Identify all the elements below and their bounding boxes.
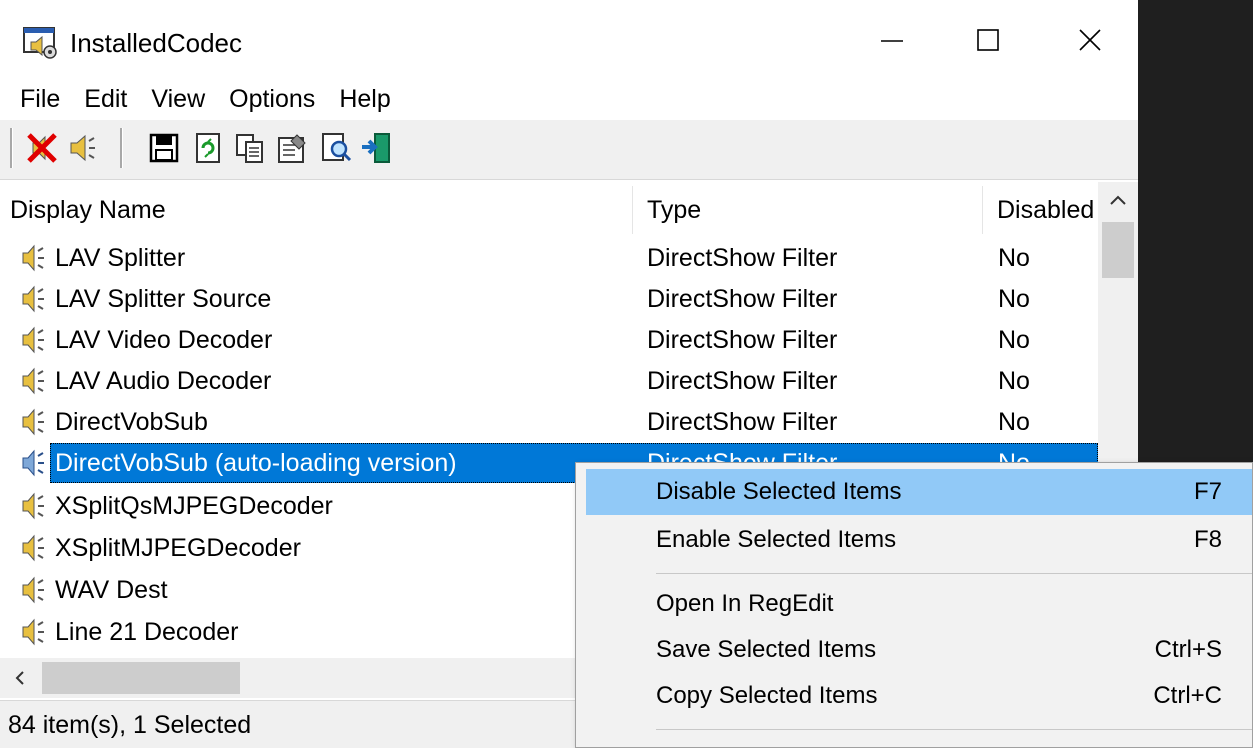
display-name-cell: WAV Dest bbox=[55, 576, 168, 604]
display-name-cell: XSplitMJPEGDecoder bbox=[55, 534, 301, 562]
display-name-cell: DirectVobSub (auto-loading version) bbox=[55, 449, 457, 477]
type-cell: DirectShow Filter bbox=[647, 285, 838, 313]
menu-item-enable-selected[interactable]: Enable Selected Items F8 bbox=[586, 517, 1252, 563]
disabled-cell: No bbox=[998, 326, 1030, 354]
list-item[interactable]: LAV Video Decoder DirectShow Filter No bbox=[0, 320, 1098, 360]
menu-item-copy-selected[interactable]: Copy Selected Items Ctrl+C bbox=[586, 673, 1252, 719]
context-menu: Disable Selected Items F7 Enable Selecte… bbox=[575, 462, 1253, 748]
toolbar bbox=[0, 120, 1138, 180]
speaker-icon bbox=[14, 325, 52, 355]
menu-edit[interactable]: Edit bbox=[72, 78, 139, 120]
speaker-icon bbox=[14, 617, 52, 647]
vertical-scroll-thumb[interactable] bbox=[1102, 222, 1134, 278]
menu-separator bbox=[656, 573, 1252, 574]
list-item[interactable]: LAV Audio Decoder DirectShow Filter No bbox=[0, 361, 1098, 401]
toolbar-separator bbox=[10, 128, 13, 168]
maximize-button[interactable] bbox=[938, 10, 1038, 70]
type-cell: DirectShow Filter bbox=[647, 326, 838, 354]
menu-item-open-in-regedit[interactable]: Open In RegEdit bbox=[586, 581, 1252, 627]
menu-item-shortcut: F8 bbox=[1193, 526, 1222, 553]
speaker-icon bbox=[14, 243, 52, 273]
menu-view[interactable]: View bbox=[139, 78, 217, 120]
refresh-icon[interactable] bbox=[190, 130, 226, 166]
menu-item-label: Enable Selected Items bbox=[656, 526, 897, 553]
column-divider[interactable] bbox=[632, 186, 633, 234]
column-header-type[interactable]: Type bbox=[637, 182, 980, 238]
display-name-cell: LAV Video Decoder bbox=[55, 326, 273, 354]
speaker-icon bbox=[14, 284, 52, 314]
menu-item-label: Disable Selected Items bbox=[656, 478, 902, 505]
properties-icon[interactable] bbox=[274, 130, 310, 166]
menu-file[interactable]: File bbox=[8, 78, 72, 120]
app-icon bbox=[22, 26, 62, 62]
column-header-display-name[interactable]: Display Name bbox=[0, 182, 632, 238]
close-button[interactable] bbox=[1040, 10, 1138, 70]
menu-item-disable-selected[interactable]: Disable Selected Items F7 bbox=[586, 469, 1252, 515]
scroll-up-button[interactable] bbox=[1098, 182, 1138, 218]
menu-item-shortcut: Ctrl+C bbox=[1153, 682, 1222, 709]
speaker-icon bbox=[14, 366, 52, 396]
window-title: InstalledCodec bbox=[70, 28, 242, 58]
menu-separator bbox=[656, 729, 1252, 730]
disabled-cell: No bbox=[998, 244, 1030, 272]
type-cell: DirectShow Filter bbox=[647, 408, 838, 436]
speaker-icon bbox=[14, 533, 52, 563]
menu-bar: File Edit View Options Help bbox=[0, 78, 1138, 120]
scroll-left-button[interactable] bbox=[0, 658, 40, 698]
list-item[interactable]: DirectVobSub DirectShow Filter No bbox=[0, 402, 1098, 442]
toolbar-separator bbox=[120, 128, 123, 168]
copy-icon[interactable] bbox=[232, 130, 268, 166]
menu-options[interactable]: Options bbox=[217, 78, 327, 120]
display-name-cell: LAV Audio Decoder bbox=[55, 367, 272, 395]
list-item[interactable]: LAV Splitter Source DirectShow Filter No bbox=[0, 279, 1098, 319]
menu-help[interactable]: Help bbox=[327, 78, 402, 120]
minimize-button[interactable] bbox=[842, 10, 942, 70]
speaker-icon bbox=[14, 448, 52, 478]
status-text: 84 item(s), 1 Selected bbox=[8, 711, 252, 739]
speaker-icon bbox=[14, 407, 52, 437]
column-divider[interactable] bbox=[982, 186, 983, 234]
enable-icon[interactable] bbox=[64, 130, 100, 166]
type-cell: DirectShow Filter bbox=[647, 367, 838, 395]
disabled-cell: No bbox=[998, 367, 1030, 395]
menu-item-shortcut: F7 bbox=[1193, 478, 1222, 505]
display-name-cell: DirectVobSub bbox=[55, 408, 208, 436]
find-icon[interactable] bbox=[318, 130, 354, 166]
disabled-cell: No bbox=[998, 285, 1030, 313]
save-icon[interactable] bbox=[146, 130, 182, 166]
display-name-cell: LAV Splitter Source bbox=[55, 285, 272, 313]
menu-item-label: Save Selected Items bbox=[656, 636, 877, 663]
list-header: Display Name Type Disabled bbox=[0, 182, 1098, 238]
exit-icon[interactable] bbox=[358, 130, 394, 166]
disabled-cell: No bbox=[998, 408, 1030, 436]
horizontal-scroll-thumb[interactable] bbox=[42, 662, 240, 694]
list-item[interactable]: LAV Splitter DirectShow Filter No bbox=[0, 238, 1098, 278]
title-bar[interactable]: InstalledCodec bbox=[0, 0, 1138, 80]
disable-icon[interactable] bbox=[24, 130, 60, 166]
type-cell: DirectShow Filter bbox=[647, 244, 838, 272]
menu-item-save-selected[interactable]: Save Selected Items Ctrl+S bbox=[586, 627, 1252, 673]
speaker-icon bbox=[14, 575, 52, 605]
menu-item-shortcut: Ctrl+S bbox=[1154, 636, 1222, 663]
speaker-icon bbox=[14, 491, 52, 521]
display-name-cell: Line 21 Decoder bbox=[55, 618, 239, 646]
display-name-cell: XSplitQsMJPEGDecoder bbox=[55, 492, 333, 520]
menu-item-label: Copy Selected Items bbox=[656, 682, 878, 709]
menu-item-label: Open In RegEdit bbox=[656, 590, 834, 617]
column-header-disabled[interactable]: Disabled bbox=[987, 182, 1095, 238]
display-name-cell: LAV Splitter bbox=[55, 244, 186, 272]
